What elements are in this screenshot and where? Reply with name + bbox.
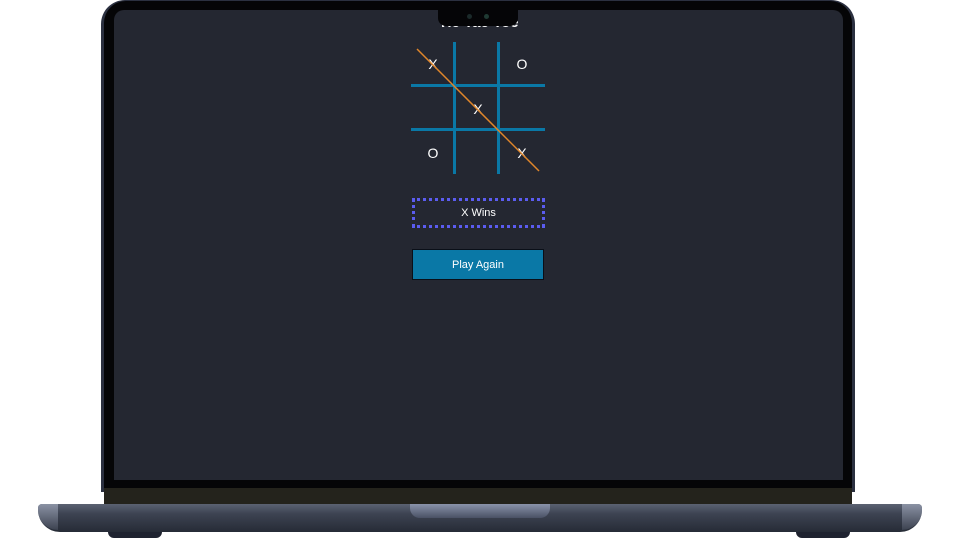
- play-again-button[interactable]: Play Again: [412, 249, 544, 280]
- laptop-chin: [104, 488, 852, 505]
- board-cell-5[interactable]: X: [456, 87, 500, 131]
- board-cell-6[interactable]: [500, 87, 544, 131]
- laptop-foot-left: [108, 532, 162, 538]
- laptop-base-left-cap: [38, 504, 58, 530]
- laptop-hinge-notch: [410, 504, 550, 518]
- board-cell-7[interactable]: O: [411, 131, 455, 175]
- board-cell-3[interactable]: O: [500, 42, 544, 86]
- camera-notch: [438, 8, 518, 26]
- board-cell-8[interactable]: [456, 131, 500, 175]
- game-board: X O X O X: [411, 42, 546, 177]
- board-cell-2[interactable]: [456, 42, 500, 86]
- game-status: X Wins: [412, 198, 545, 228]
- laptop-foot-right: [796, 532, 850, 538]
- laptop-screen: Tic Tac Toe X O X O X X Wins Play Again: [114, 10, 843, 480]
- camera-icon: [467, 14, 472, 19]
- laptop-base-right-cap: [902, 504, 922, 530]
- board-cell-9[interactable]: X: [500, 131, 544, 175]
- camera-indicator-icon: [484, 14, 489, 19]
- board-cell-4[interactable]: [411, 87, 455, 131]
- board-cell-1[interactable]: X: [411, 42, 455, 86]
- laptop-mockup: Tic Tac Toe X O X O X X Wins Play Again: [0, 0, 960, 540]
